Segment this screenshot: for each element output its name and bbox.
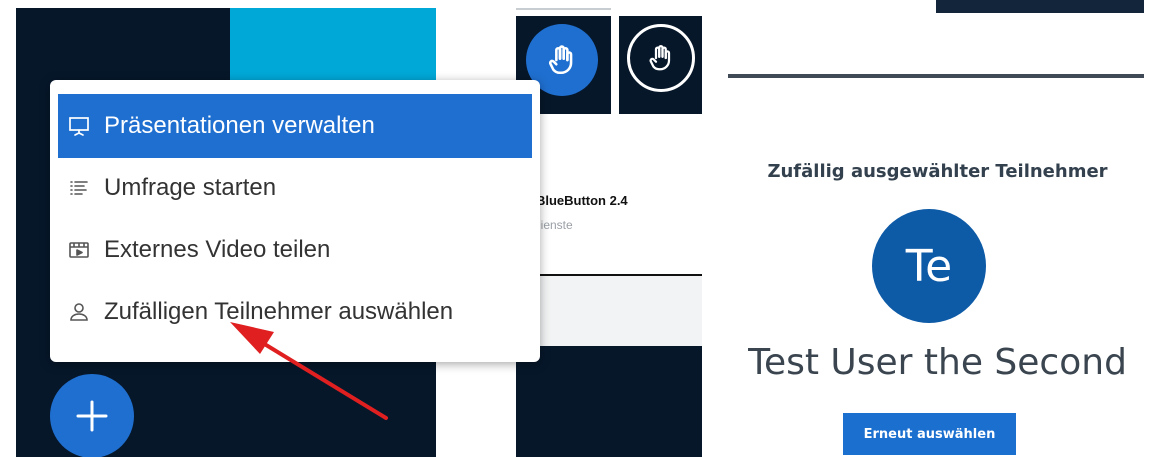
avatar: Te: [872, 209, 986, 323]
random-user-modal: Zufällig ausgewählter Teilnehmer Te Test…: [716, 0, 1159, 457]
presentation-area: gBlueButton 2.4 -Dienste Präsentationen …: [16, 8, 702, 457]
modal-divider: [728, 74, 1144, 78]
reselect-button[interactable]: Erneut auswählen: [843, 413, 1016, 455]
top-dark-tab: [936, 0, 1144, 13]
modal-title: Zufällig ausgewählter Teilnehmer: [767, 161, 1108, 182]
red-arrow-annotation: [230, 322, 388, 420]
selected-user-name: Test User the Second: [748, 342, 1127, 383]
